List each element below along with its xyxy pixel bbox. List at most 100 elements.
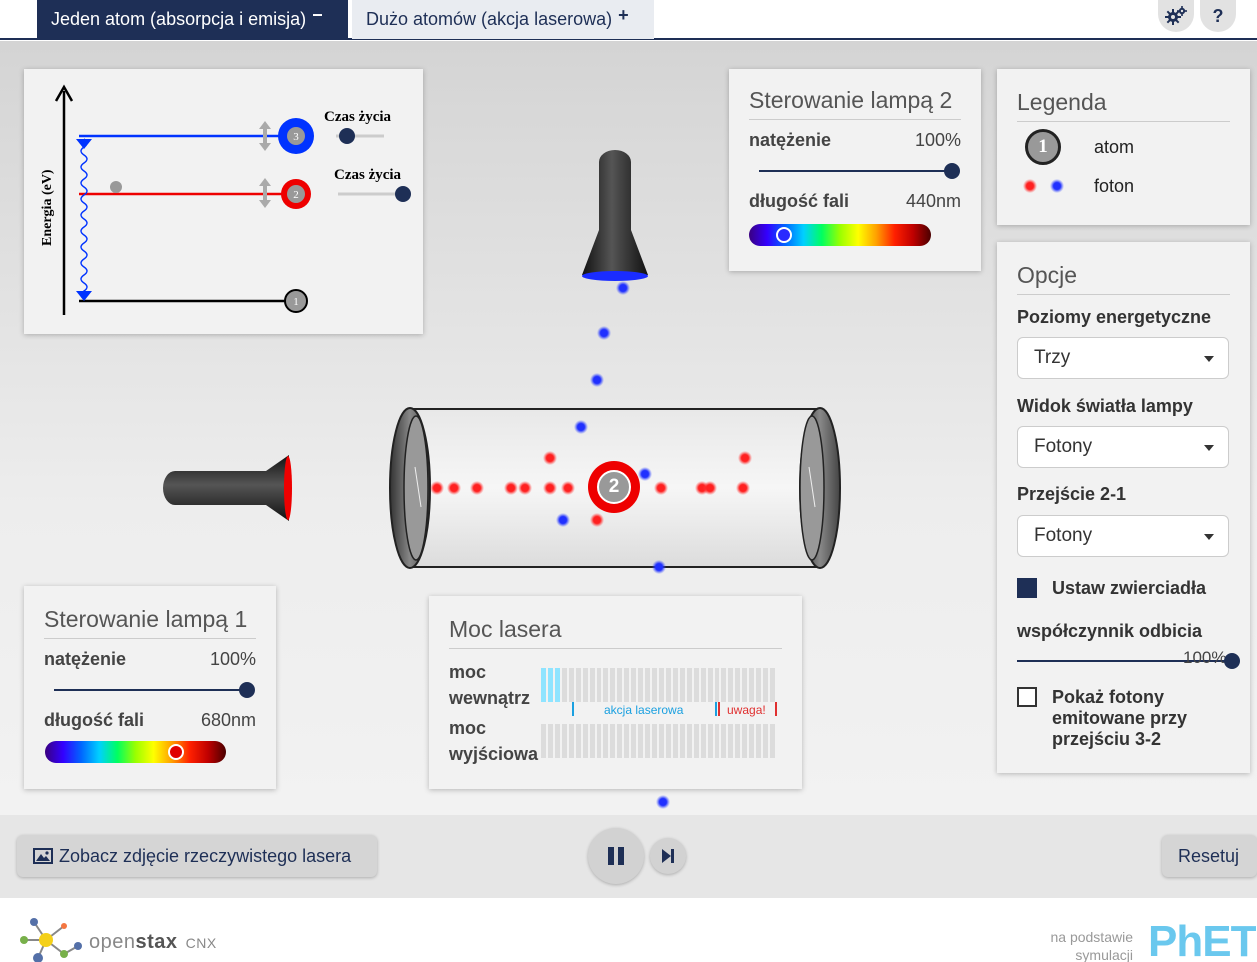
lamp-2-intensity-slider[interactable] bbox=[749, 161, 961, 181]
photon bbox=[574, 420, 588, 434]
photon bbox=[654, 481, 668, 495]
photon bbox=[470, 481, 484, 495]
lamp-2-wavelength-slider[interactable] bbox=[749, 224, 931, 246]
brand-stax: stax bbox=[135, 931, 178, 953]
transition-select[interactable]: Fotony bbox=[1017, 515, 1229, 557]
atom-legend-label: atom bbox=[1094, 137, 1135, 157]
laser-power-panel: Moc lasera moc wewnątrz akcja laserowa u… bbox=[429, 596, 802, 789]
tab-single-atom[interactable]: Jeden atom (absorpcja i emisja) − bbox=[37, 0, 348, 39]
photon bbox=[543, 451, 557, 465]
button-label: Resetuj bbox=[1178, 845, 1240, 866]
show-photons-label-line: przejściu 3-2 bbox=[1052, 729, 1162, 749]
meter-segment bbox=[575, 668, 581, 702]
meter-segment bbox=[589, 668, 595, 702]
panel-title: Legenda bbox=[1017, 89, 1230, 122]
warning-label: uwaga! bbox=[727, 703, 766, 717]
right-mirror bbox=[799, 407, 841, 569]
meter-segment bbox=[652, 668, 657, 702]
photon bbox=[656, 795, 670, 809]
based-on-line: symulacji bbox=[1075, 947, 1133, 962]
reset-button[interactable]: Resetuj bbox=[1162, 835, 1257, 877]
energy-axis-label: Energia (eV) bbox=[40, 169, 55, 246]
app: Jeden atom (absorpcja i emisja) − Dużo a… bbox=[0, 0, 1257, 962]
intensity-label: natężenie bbox=[44, 649, 127, 669]
tab-many-atoms[interactable]: Dużo atomów (akcja laserowa) + bbox=[352, 0, 654, 39]
meter-segment bbox=[707, 668, 713, 702]
level-3-number: 3 bbox=[293, 131, 299, 143]
meter-segment bbox=[547, 668, 553, 702]
panel-title: Sterowanie lampą 2 bbox=[749, 87, 961, 120]
brand-cnx: CNX bbox=[185, 935, 217, 951]
meter-segment bbox=[554, 668, 560, 702]
meter-segment bbox=[693, 668, 699, 702]
select-value: Fotony bbox=[1034, 436, 1093, 457]
energy-diagram-svg: Energia (eV) 3 2 1 Czas życia Czas życia bbox=[40, 84, 411, 315]
reflectivity-value: 100% bbox=[1183, 648, 1227, 667]
settings-button[interactable] bbox=[1158, 0, 1194, 32]
openstax-brand: openstax CNX bbox=[89, 931, 217, 954]
mirrors-checkbox[interactable] bbox=[1017, 578, 1037, 598]
meter-segment bbox=[624, 724, 630, 758]
energy-level-diagram: Energia (eV) 3 2 1 Czas życia Czas życia bbox=[24, 69, 423, 334]
help-icon: ? bbox=[1212, 5, 1224, 26]
show-photons-label: Pokaż fotony emitowane przy przejściu 3-… bbox=[1052, 687, 1187, 750]
meter-segment bbox=[763, 724, 769, 758]
lifetime-slider-3-knob[interactable] bbox=[339, 128, 355, 144]
red-photon-icon bbox=[1023, 179, 1037, 193]
show-photons-checkbox[interactable] bbox=[1017, 687, 1037, 707]
pause-button[interactable] bbox=[588, 828, 644, 884]
help-button[interactable]: ? bbox=[1200, 0, 1236, 32]
meter-segment bbox=[561, 668, 567, 702]
slider-knob[interactable] bbox=[239, 682, 255, 698]
meter-segment bbox=[638, 668, 644, 702]
photon bbox=[518, 481, 532, 495]
meter-segment bbox=[631, 668, 637, 702]
lamp-1-intensity-slider[interactable] bbox=[44, 680, 256, 700]
openstax-logo-icon[interactable] bbox=[16, 916, 88, 962]
internal-power-label: moc wewnątrz bbox=[449, 659, 530, 711]
phet-logo[interactable]: PhET bbox=[1148, 920, 1256, 962]
step-button[interactable] bbox=[650, 838, 686, 874]
arrow-down-icon bbox=[76, 291, 92, 301]
lamp-view-select[interactable]: Fotony bbox=[1017, 426, 1229, 468]
meter-segment bbox=[735, 668, 741, 702]
lamp-1-wavelength-slider[interactable] bbox=[45, 741, 226, 763]
lifetime-slider-2-knob[interactable] bbox=[395, 186, 411, 202]
meter-segment bbox=[679, 724, 685, 758]
slider-knob[interactable] bbox=[168, 744, 184, 760]
atom-level-number: 2 bbox=[597, 470, 631, 504]
meter-segment bbox=[679, 668, 685, 702]
laser-photo-button[interactable]: Zobacz zdjęcie rzeczywistego lasera bbox=[17, 835, 377, 877]
meter-segment bbox=[749, 668, 755, 702]
lamp-1[interactable] bbox=[161, 453, 295, 525]
lamp-2[interactable] bbox=[578, 150, 652, 284]
photon bbox=[590, 513, 604, 527]
panel-title: Sterowanie lampą 1 bbox=[44, 606, 256, 639]
meter-segment bbox=[714, 668, 720, 702]
slider-knob[interactable] bbox=[776, 227, 792, 243]
meter-segment bbox=[735, 724, 741, 758]
wavelength-label: długość fali bbox=[749, 191, 850, 211]
atom: 2 bbox=[588, 461, 640, 513]
meter-segment bbox=[631, 724, 637, 758]
based-on-line: na podstawie bbox=[1050, 929, 1133, 945]
output-power-label: moc wyjściowa bbox=[449, 715, 538, 767]
expand-icon: + bbox=[618, 5, 629, 25]
meter-segment bbox=[645, 668, 651, 702]
pause-icon bbox=[608, 847, 624, 865]
energy-levels-label: Poziomy energetyczne bbox=[1017, 307, 1212, 327]
photon bbox=[430, 481, 444, 495]
tab-bar: Jeden atom (absorpcja i emisja) − Dużo a… bbox=[0, 0, 1257, 40]
caret-down-icon bbox=[1204, 534, 1214, 540]
meter-segment bbox=[714, 724, 720, 758]
photon bbox=[447, 481, 461, 495]
intensity-value: 100% bbox=[914, 130, 961, 150]
panel-title: Opcje bbox=[1017, 262, 1230, 295]
button-label: Zobacz zdjęcie rzeczywistego lasera bbox=[59, 845, 352, 866]
meter-segment bbox=[721, 724, 727, 758]
wavelength-label: długość fali bbox=[44, 710, 145, 730]
slider-knob[interactable] bbox=[944, 163, 960, 179]
energy-levels-select[interactable]: Trzy bbox=[1017, 337, 1229, 379]
label-line: moc bbox=[449, 718, 487, 738]
reflectivity-slider-knob[interactable] bbox=[1224, 653, 1240, 669]
